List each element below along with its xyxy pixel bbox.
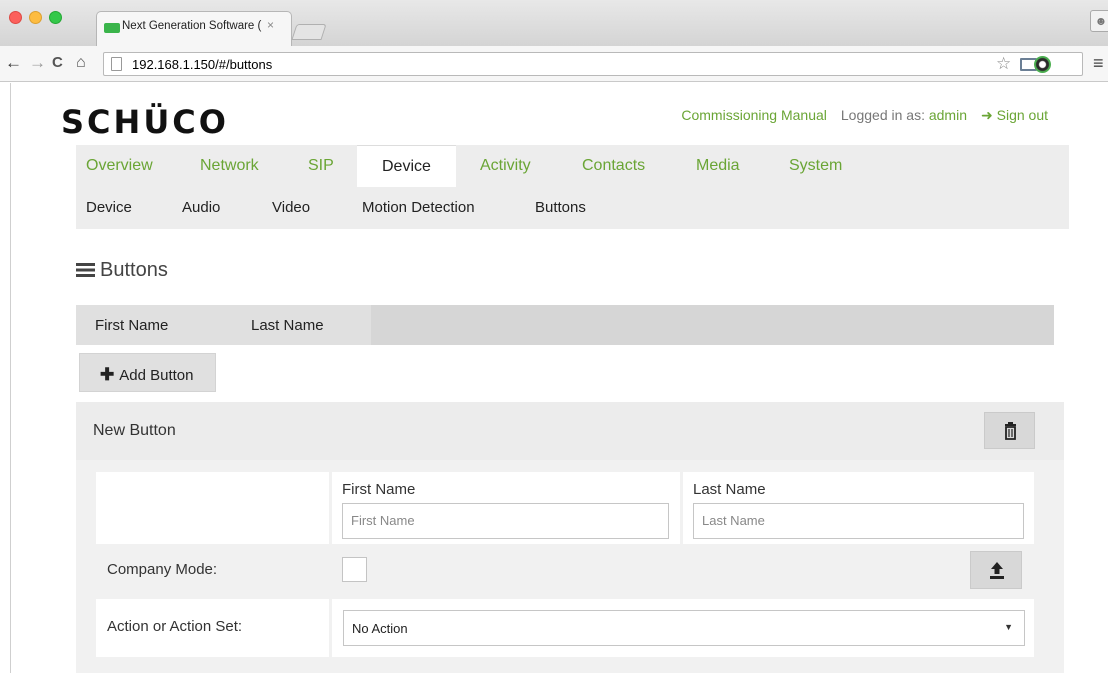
extension-icon[interactable]	[1034, 56, 1051, 73]
menu-icon[interactable]: ≡	[1093, 53, 1104, 74]
subnav-item-motion-detection[interactable]: Motion Detection	[362, 199, 475, 216]
action-select[interactable]: No Action ▼	[343, 610, 1025, 646]
logged-in-label: Logged in as:	[840, 107, 925, 123]
first-name-input[interactable]: First Name	[342, 503, 669, 539]
tab-strip: Next Generation Software ( × ☻	[0, 0, 1108, 47]
delete-button[interactable]	[984, 412, 1035, 449]
close-window-button[interactable]	[9, 11, 22, 24]
company-mode-checkbox[interactable]	[342, 557, 367, 582]
empty-cell	[96, 472, 329, 544]
first-name-label: First Name	[342, 481, 416, 498]
upload-icon	[990, 562, 1004, 579]
new-button-panel-header[interactable]: New Button	[76, 402, 1064, 460]
forward-arrow-icon[interactable]: →	[29, 53, 46, 73]
browser-chrome: Next Generation Software ( × ☻ ← → C ⌂ 1…	[0, 0, 1108, 82]
last-name-cell: Last Name Last Name	[683, 472, 1034, 544]
reload-icon[interactable]: C	[52, 53, 63, 73]
company-mode-label: Company Mode:	[107, 561, 218, 578]
nav-item-system[interactable]: System	[789, 157, 842, 175]
trash-icon	[1005, 422, 1016, 440]
panel-title: New Button	[93, 422, 176, 439]
list-icon	[76, 263, 95, 277]
add-button-label: Add Button	[119, 367, 194, 384]
page-content: SCHÜCO Commissioning Manual Logged in as:…	[10, 83, 1108, 673]
browser-tab[interactable]: Next Generation Software ( ×	[96, 11, 292, 47]
add-button-button[interactable]: ✚ Add Button	[79, 353, 216, 392]
buttons-table-header: First Name Last Name	[76, 305, 1054, 345]
column-header-last-name[interactable]: Last Name	[236, 305, 371, 345]
first-name-cell: First Name First Name	[332, 472, 680, 544]
sub-nav: Device Audio Video Motion Detection Butt…	[76, 187, 1069, 229]
plus-icon: ✚	[100, 365, 115, 384]
last-name-input[interactable]: Last Name	[693, 503, 1024, 539]
page-title-text: Buttons	[100, 259, 168, 281]
action-label-cell: Action or Action Set:	[96, 599, 329, 657]
subnav-item-device[interactable]: Device	[86, 199, 132, 216]
new-tab-button[interactable]	[291, 24, 327, 40]
home-icon[interactable]: ⌂	[76, 53, 86, 73]
star-icon[interactable]: ☆	[996, 54, 1011, 74]
browser-toolbar: ← → C ⌂ 192.168.1.150/#/buttons ☆ ≡	[0, 46, 1108, 82]
page-icon	[111, 57, 122, 71]
address-bar[interactable]: 192.168.1.150/#/buttons ☆	[103, 52, 1083, 76]
favicon-icon	[104, 23, 120, 33]
main-nav: Overview Network SIP Device Activity Con…	[76, 145, 1069, 187]
commissioning-manual-link[interactable]: Commissioning Manual	[681, 107, 827, 123]
nav-item-device[interactable]: Device	[357, 145, 456, 187]
subnav-item-video[interactable]: Video	[272, 199, 310, 216]
nav-item-sip[interactable]: SIP	[308, 157, 334, 175]
column-header-first-name[interactable]: First Name	[76, 305, 236, 345]
back-arrow-icon[interactable]: ←	[5, 53, 22, 73]
maximize-window-button[interactable]	[49, 11, 62, 24]
sign-out-label: Sign out	[996, 107, 1048, 123]
tab-close-icon[interactable]: ×	[267, 18, 274, 32]
username-link[interactable]: admin	[929, 107, 967, 123]
url-text[interactable]: 192.168.1.150/#/buttons	[132, 57, 272, 72]
action-label: Action or Action Set:	[107, 618, 243, 635]
nav-item-contacts[interactable]: Contacts	[582, 157, 645, 175]
tab-title: Next Generation Software (	[122, 20, 262, 32]
upload-button[interactable]	[970, 551, 1022, 589]
subnav-item-audio[interactable]: Audio	[182, 199, 220, 216]
sign-out-icon: ➜	[981, 107, 993, 123]
sign-out-link[interactable]: ➜ Sign out	[981, 107, 1048, 123]
last-name-label: Last Name	[693, 481, 766, 498]
new-button-panel-body: First Name First Name Last Name Last Nam…	[76, 460, 1064, 673]
schuco-logo: SCHÜCO	[61, 103, 229, 141]
nav-item-activity[interactable]: Activity	[480, 157, 531, 175]
chevron-down-icon: ▼	[1004, 622, 1013, 632]
minimize-window-button[interactable]	[29, 11, 42, 24]
nav-item-media[interactable]: Media	[696, 157, 740, 175]
subnav-item-buttons[interactable]: Buttons	[535, 199, 586, 216]
page-title: Buttons	[76, 259, 168, 282]
profile-icon[interactable]: ☻	[1090, 10, 1108, 32]
header-links: Commissioning Manual Logged in as: admin ➜…	[681, 107, 1048, 124]
action-select-value: No Action	[352, 621, 408, 636]
nav-item-network[interactable]: Network	[200, 157, 259, 175]
nav-item-overview[interactable]: Overview	[86, 157, 153, 175]
